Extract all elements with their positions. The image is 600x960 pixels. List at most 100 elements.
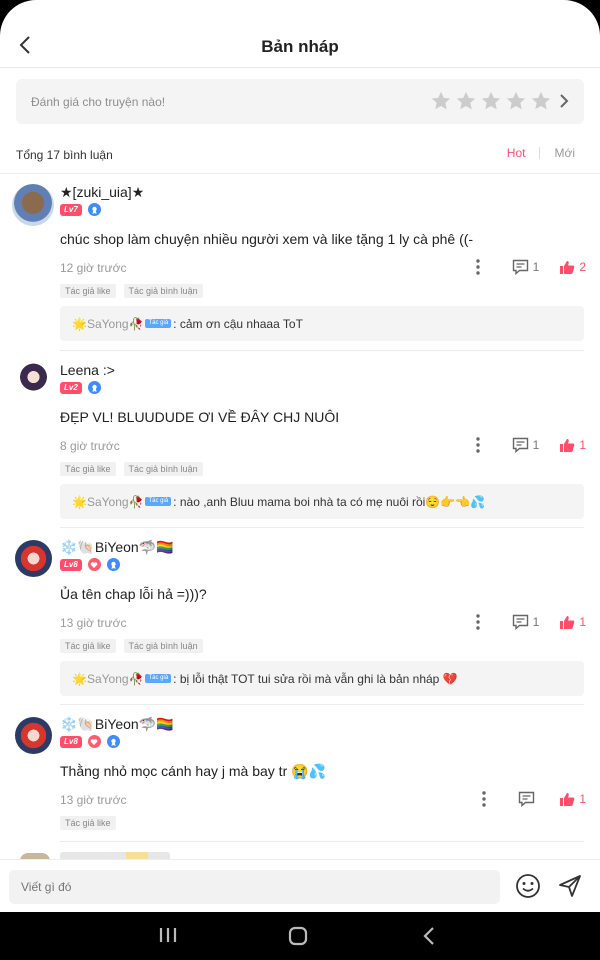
- recent-apps-icon: [159, 928, 177, 942]
- comment-actions: 1 2: [468, 259, 586, 275]
- emoji-button[interactable]: [515, 873, 541, 904]
- reply-button[interactable]: 1: [512, 437, 540, 453]
- author-commented-tag: Tác giả bình luận: [123, 284, 203, 298]
- comment-count: Tổng 17 bình luận: [16, 148, 113, 162]
- author-reply[interactable]: 🌟SaYong🥀 Tác giả : bị lỗi thật TOT tui s…: [60, 661, 584, 696]
- more-options-button[interactable]: [468, 437, 488, 453]
- rating-stars[interactable]: [427, 90, 570, 112]
- like-count: 1: [579, 438, 586, 452]
- more-options-button[interactable]: [468, 614, 488, 630]
- comment-text: Thằng nhỏ mọc cánh hay j mà bay tr 😭💦: [60, 763, 326, 779]
- author-tags: Tác giả like Tác giả bình luận: [60, 284, 211, 298]
- chevron-right-icon[interactable]: [558, 93, 570, 109]
- page-title: Bản nháp: [261, 37, 339, 56]
- medal-icon: [87, 381, 101, 394]
- username[interactable]: ❄️🐚BiYeon🦈🏳️‍🌈: [60, 716, 174, 733]
- system-nav-bar: [0, 912, 600, 960]
- comment-time: 13 giờ trước: [60, 793, 127, 807]
- recent-apps-button[interactable]: [158, 926, 178, 949]
- comment-actions: 1 1: [468, 614, 586, 630]
- comment-icon: [519, 791, 535, 807]
- author-tags: Tác giả like Tác giả bình luận: [60, 462, 211, 476]
- author-tags: Tác giả like Tác giả bình luận: [60, 639, 211, 653]
- avatar[interactable]: [12, 184, 54, 226]
- more-options-button[interactable]: [474, 791, 494, 807]
- username[interactable]: ★[zuki_uia]★: [60, 184, 144, 201]
- fan-badge-icon: [87, 735, 101, 748]
- user-badges: Lv7: [60, 203, 101, 216]
- reply-author-name: 🌟SaYong🥀: [72, 316, 144, 331]
- author-liked-tag: Tác giả like: [60, 816, 116, 830]
- divider: [60, 704, 584, 705]
- like-button[interactable]: 1: [559, 615, 586, 630]
- avatar[interactable]: [15, 717, 52, 754]
- avatar[interactable]: [15, 363, 52, 400]
- send-button[interactable]: [557, 873, 583, 904]
- level-badge: Lv8: [60, 735, 82, 748]
- like-button[interactable]: 2: [559, 260, 586, 275]
- home-icon: [288, 926, 308, 946]
- comment-time: 8 giờ trước: [60, 439, 120, 453]
- star-icon[interactable]: [480, 90, 502, 112]
- author-liked-tag: Tác giả like: [60, 639, 116, 653]
- nav-back-button[interactable]: [422, 926, 436, 951]
- divider: [60, 527, 584, 528]
- like-button[interactable]: 1: [559, 438, 586, 453]
- home-button[interactable]: [288, 926, 308, 951]
- author-liked-tag: Tác giả like: [60, 462, 116, 476]
- more-vertical-icon: [482, 791, 487, 807]
- comment-input[interactable]: [9, 870, 500, 904]
- reply-text: : bị lỗi thật TOT tui sửa rồi mà vẫn ghi…: [173, 671, 458, 686]
- author-reply[interactable]: 🌟SaYong🥀 Tác giả : cảm ơn cậu nhaaa ToT: [60, 306, 584, 341]
- divider: [60, 841, 584, 842]
- thumbs-up-icon: [560, 260, 575, 274]
- like-button[interactable]: 1: [559, 792, 586, 807]
- reply-button[interactable]: 1: [512, 614, 540, 630]
- reply-button[interactable]: [518, 791, 539, 807]
- reply-author-name: 🌟SaYong🥀: [72, 671, 144, 686]
- star-icon[interactable]: [430, 90, 452, 112]
- star-icon[interactable]: [530, 90, 552, 112]
- rating-box[interactable]: Đánh giá cho truyện nào!: [16, 79, 584, 124]
- star-icon[interactable]: [455, 90, 477, 112]
- reply-button[interactable]: 1: [512, 259, 540, 275]
- sort-hot-tab[interactable]: Hot: [507, 146, 526, 160]
- comment-actions: 1: [474, 791, 586, 807]
- comment-composer: [0, 859, 600, 912]
- comment-icon: [512, 614, 528, 630]
- comment-text: Ủa tên chap lỗi hả =)))?: [60, 586, 207, 602]
- medal-icon: [87, 203, 101, 216]
- more-options-button[interactable]: [468, 259, 488, 275]
- sort-options: Hot Mới: [507, 146, 575, 160]
- back-arrow-icon: [423, 927, 434, 945]
- reply-text: : nào ,anh Bluu mama boi nhà ta có mẹ nu…: [173, 494, 486, 509]
- level-badge: Lv8: [60, 558, 82, 571]
- author-commented-tag: Tác giả bình luận: [123, 462, 203, 476]
- username[interactable]: ❄️🐚BiYeon🦈🏳️‍🌈: [60, 539, 174, 556]
- level-badge: Lv2: [60, 381, 82, 394]
- author-tags: Tác giả like: [60, 816, 124, 830]
- author-reply[interactable]: 🌟SaYong🥀 Tác giả : nào ,anh Bluu mama bo…: [60, 484, 584, 519]
- avatar[interactable]: [15, 540, 52, 577]
- username[interactable]: Leena :>: [60, 362, 115, 378]
- like-count: 1: [579, 615, 586, 629]
- reply-count: 1: [532, 615, 540, 629]
- user-badges: Lv8: [60, 735, 120, 748]
- like-count: 2: [579, 260, 586, 274]
- reply-author-name: 🌟SaYong🥀: [72, 494, 144, 509]
- comment-icon: [512, 437, 528, 453]
- fan-badge-icon: [87, 558, 101, 571]
- header-bar: Bản nháp: [0, 0, 600, 68]
- thumbs-up-icon: [560, 615, 575, 629]
- rating-prompt: Đánh giá cho truyện nào!: [31, 95, 166, 109]
- more-vertical-icon: [475, 437, 480, 453]
- comment-time: 13 giờ trước: [60, 616, 127, 630]
- comment-count-row: Tổng 17 bình luận Hot Mới: [16, 146, 584, 166]
- medal-icon: [106, 735, 120, 748]
- sort-new-tab[interactable]: Mới: [554, 146, 575, 160]
- user-badges: Lv2: [60, 381, 101, 394]
- reply-text: : cảm ơn cậu nhaaa ToT: [173, 316, 303, 331]
- star-icon[interactable]: [505, 90, 527, 112]
- reply-count: 1: [532, 438, 540, 452]
- reply-count: 1: [532, 260, 540, 274]
